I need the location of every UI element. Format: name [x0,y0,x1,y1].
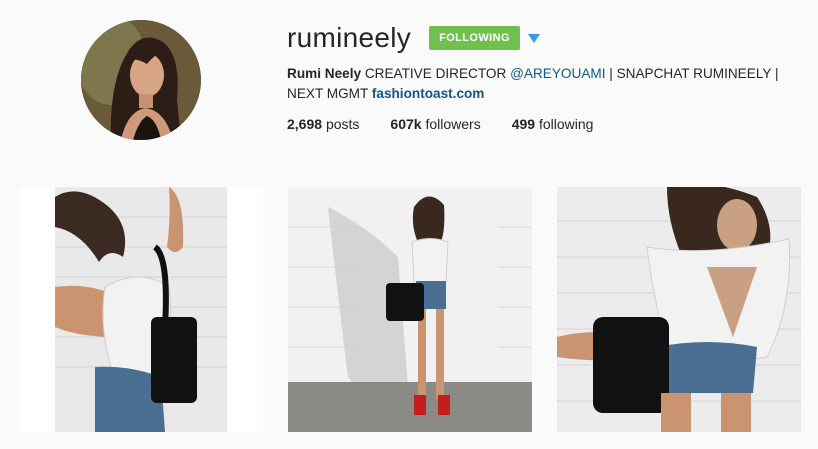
profile-stats: 2,698 posts 607k followers 499 following [287,116,797,132]
profile-username: rumineely [287,22,412,53]
title-row: rumineely FOLLOWING [287,20,797,56]
profile-bio: Rumi Neely CREATIVE DIRECTOR @AREYOUAMI … [287,64,797,104]
post-image-2 [288,187,532,432]
following-count: 499 [511,116,536,132]
post-thumbnail-3[interactable] [557,187,801,432]
post-thumbnail-2[interactable] [288,187,532,432]
posts-count: 2,698 [287,116,323,132]
post-image-3 [557,187,801,432]
caret-down-icon[interactable] [527,33,540,43]
posts-label: posts [325,116,360,132]
followers-count: 607k [390,116,422,132]
bio-mention-link[interactable]: @AREYOUAMI [510,66,605,81]
bio-website-link[interactable]: fashiontoast.com [372,86,485,101]
followers-label: followers [425,116,481,132]
post-image-1 [19,187,263,432]
following-button[interactable]: FOLLOWING [429,26,520,50]
followers-stat[interactable]: 607k followers [390,116,480,132]
bio-text-role: CREATIVE DIRECTOR [364,66,507,81]
following-label: following [538,116,594,132]
following-stat[interactable]: 499 following [512,116,594,132]
bio-name: Rumi Neely [287,66,362,81]
posts-stat: 2,698 posts [287,116,359,132]
post-thumbnail-1[interactable] [19,187,263,432]
profile-avatar[interactable] [81,20,201,140]
profile-header: rumineely FOLLOWING Rumi Neely CREATIVE … [287,20,797,132]
avatar-image [81,20,201,140]
